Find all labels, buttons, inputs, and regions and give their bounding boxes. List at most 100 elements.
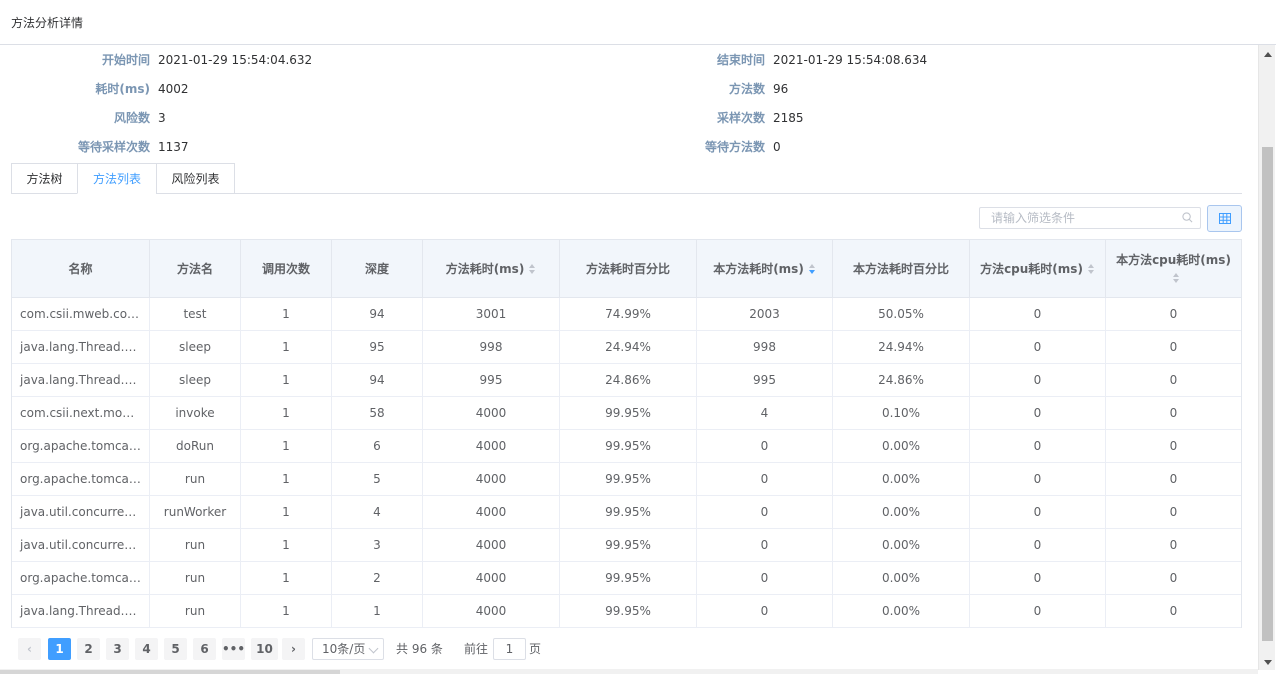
column-header-self-time-percent: 本方法耗时百分比 <box>833 240 970 298</box>
cell-call-count: 1 <box>241 430 332 462</box>
cell-method-name: sleep <box>150 364 241 396</box>
column-header-depth: 深度 <box>332 240 423 298</box>
table-row[interactable]: java.lang.Thread.ru... run 1 1 4000 99.95% 0 0.… <box>12 595 1241 628</box>
cell-name: org.apache.tomcat.u... <box>12 430 150 462</box>
column-header-label: 方法耗时(ms) <box>446 260 537 278</box>
sort-caret-icon[interactable] <box>528 264 536 275</box>
table-row[interactable]: java.util.concurrent.... run 1 3 4000 99.95% 0… <box>12 529 1241 562</box>
cell-self-cpu-time: 0 <box>1169 307 1178 321</box>
cell-call-count: 1 <box>241 529 332 561</box>
filter-box <box>979 207 1201 229</box>
cell-self-cpu-time: 0 <box>1169 538 1178 552</box>
scrollbar-thumb[interactable] <box>1262 147 1273 641</box>
cell-method-cpu-time: 0 <box>970 595 1106 627</box>
page-size-select[interactable]: 10条/页 <box>312 638 384 660</box>
table-row[interactable]: com.csii.next.monito... invoke 1 58 4000 99.9… <box>12 397 1241 430</box>
tab-method-list[interactable]: 方法列表 <box>77 163 157 194</box>
pagination: ‹ 1 2 3 4 5 6 ••• 10 › 10条/页 共 96 条 前往 页 <box>18 638 638 662</box>
cell-self-cpu-time: 0 <box>1169 439 1178 453</box>
cell-method-time: 4000 <box>423 430 560 462</box>
dialog-body: 开始时间 2021-01-29 15:54:04.632 结束时间 2021-0… <box>0 45 1258 670</box>
column-header-label: 名称 <box>68 260 92 278</box>
wait-sample-count-label: 等待采样次数 <box>77 140 150 154</box>
search-icon[interactable] <box>1182 212 1193 223</box>
table-row[interactable]: java.lang.Thread.sle... sleep 1 94 995 24.86%… <box>12 364 1241 397</box>
cell-depth: 95 <box>332 331 423 363</box>
cell-self-time: 0 <box>697 496 833 528</box>
method-count-value: 96 <box>773 82 789 96</box>
column-header-method-time-percent: 方法耗时百分比 <box>560 240 697 298</box>
page-6-button[interactable]: 6 <box>193 638 216 660</box>
cell-name: org.apache.tomcat.u... <box>12 562 150 594</box>
table-row[interactable]: org.apache.tomcat.u... run 1 5 4000 99.95% 0 0.… <box>12 463 1241 496</box>
cell-self-time-percent: 0.00% <box>833 562 970 594</box>
cell-method-time-percent: 99.95% <box>560 397 697 429</box>
column-settings-button[interactable] <box>1207 205 1242 232</box>
cell-depth: 6 <box>332 430 423 462</box>
cell-self-time-percent: 0.10% <box>833 397 970 429</box>
sort-caret-icon[interactable] <box>1087 264 1095 275</box>
more-pages-button[interactable]: ••• <box>222 638 245 660</box>
column-header-self-time[interactable]: 本方法耗时(ms) <box>697 240 833 298</box>
prev-page-button[interactable]: ‹ <box>18 638 41 660</box>
cell-method-time-percent: 24.86% <box>560 364 697 396</box>
total-count: 共 96 条 <box>396 642 443 656</box>
cell-self-time-percent: 50.05% <box>833 298 970 330</box>
page-4-button[interactable]: 4 <box>135 638 158 660</box>
table-row[interactable]: com.csii.mweb.contr... test 1 94 3001 74.99% 2… <box>12 298 1241 331</box>
cell-method-time: 998 <box>423 331 560 363</box>
vertical-scrollbar[interactable] <box>1258 45 1275 670</box>
cell-depth: 5 <box>332 463 423 495</box>
goto-page-input[interactable] <box>493 638 526 660</box>
tab-method-tree[interactable]: 方法树 <box>11 163 78 194</box>
cell-method-time-percent: 99.95% <box>560 529 697 561</box>
horizontal-scrollbar[interactable] <box>0 669 1258 674</box>
cell-self-time-percent: 0.00% <box>833 529 970 561</box>
tab-bar: 方法树 方法列表 风险列表 <box>11 163 1242 194</box>
page-3-button[interactable]: 3 <box>106 638 129 660</box>
table-row[interactable]: org.apache.tomcat.u... doRun 1 6 4000 99.95% 0… <box>12 430 1241 463</box>
column-header-method-cpu-time[interactable]: 方法cpu耗时(ms) <box>970 240 1106 298</box>
cell-depth: 94 <box>332 298 423 330</box>
column-header-label: 本方法耗时(ms) <box>713 260 816 278</box>
info-row: 风险数 3 采样次数 2185 <box>0 104 1258 133</box>
page-1-button[interactable]: 1 <box>48 638 71 660</box>
filter-input[interactable] <box>980 208 1175 228</box>
page-5-button[interactable]: 5 <box>164 638 187 660</box>
end-time-label: 结束时间 <box>716 53 765 67</box>
cell-self-cpu-time: 0 <box>1169 571 1178 585</box>
cell-self-cpu-time: 0 <box>1169 604 1178 618</box>
column-header-text: 调用次数 <box>261 262 310 276</box>
page-2-button[interactable]: 2 <box>77 638 100 660</box>
column-header-self-cpu-time[interactable]: 本方法cpu耗时(ms) <box>1106 240 1241 298</box>
page-10-button[interactable]: 10 <box>251 638 278 660</box>
column-header-text: 方法cpu耗时(ms) <box>980 262 1083 276</box>
column-header-label: 方法名 <box>177 260 213 278</box>
column-header-text: 名称 <box>68 262 93 276</box>
horizontal-scrollbar-thumb[interactable] <box>0 670 340 674</box>
next-page-button[interactable]: › <box>282 638 305 660</box>
table-row[interactable]: java.lang.Thread.sle... sleep 1 95 998 24.94%… <box>12 331 1241 364</box>
page-unit-label: 页 <box>529 642 542 656</box>
end-time-value: 2021-01-29 15:54:08.634 <box>773 53 928 67</box>
scroll-up-arrow-icon[interactable] <box>1264 52 1272 57</box>
scroll-down-arrow-icon[interactable] <box>1264 660 1272 665</box>
cell-method-cpu-time: 0 <box>970 496 1106 528</box>
page-size-value: 10条/页 <box>322 642 366 656</box>
column-header-text: 方法名 <box>176 262 213 276</box>
sort-caret-icon[interactable] <box>1172 273 1180 284</box>
column-header-method-time[interactable]: 方法耗时(ms) <box>423 240 560 298</box>
cell-self-time: 0 <box>697 463 833 495</box>
table-row[interactable]: java.util.concurrent.... runWorker 1 4 4000 9… <box>12 496 1241 529</box>
cell-method-cpu-time: 0 <box>970 364 1106 396</box>
duration-value: 4002 <box>158 82 189 96</box>
sort-caret-icon[interactable] <box>808 264 816 275</box>
cell-self-time: 2003 <box>697 298 833 330</box>
cell-method-time-percent: 99.95% <box>560 496 697 528</box>
column-header-name: 名称 <box>12 240 150 298</box>
cell-self-time-percent: 0.00% <box>833 496 970 528</box>
cell-method-name: test <box>150 298 241 330</box>
tab-risk-list[interactable]: 风险列表 <box>156 163 235 194</box>
cell-self-time-percent: 0.00% <box>833 463 970 495</box>
table-row[interactable]: org.apache.tomcat.u... run 1 2 4000 99.95% 0 0.… <box>12 562 1241 595</box>
